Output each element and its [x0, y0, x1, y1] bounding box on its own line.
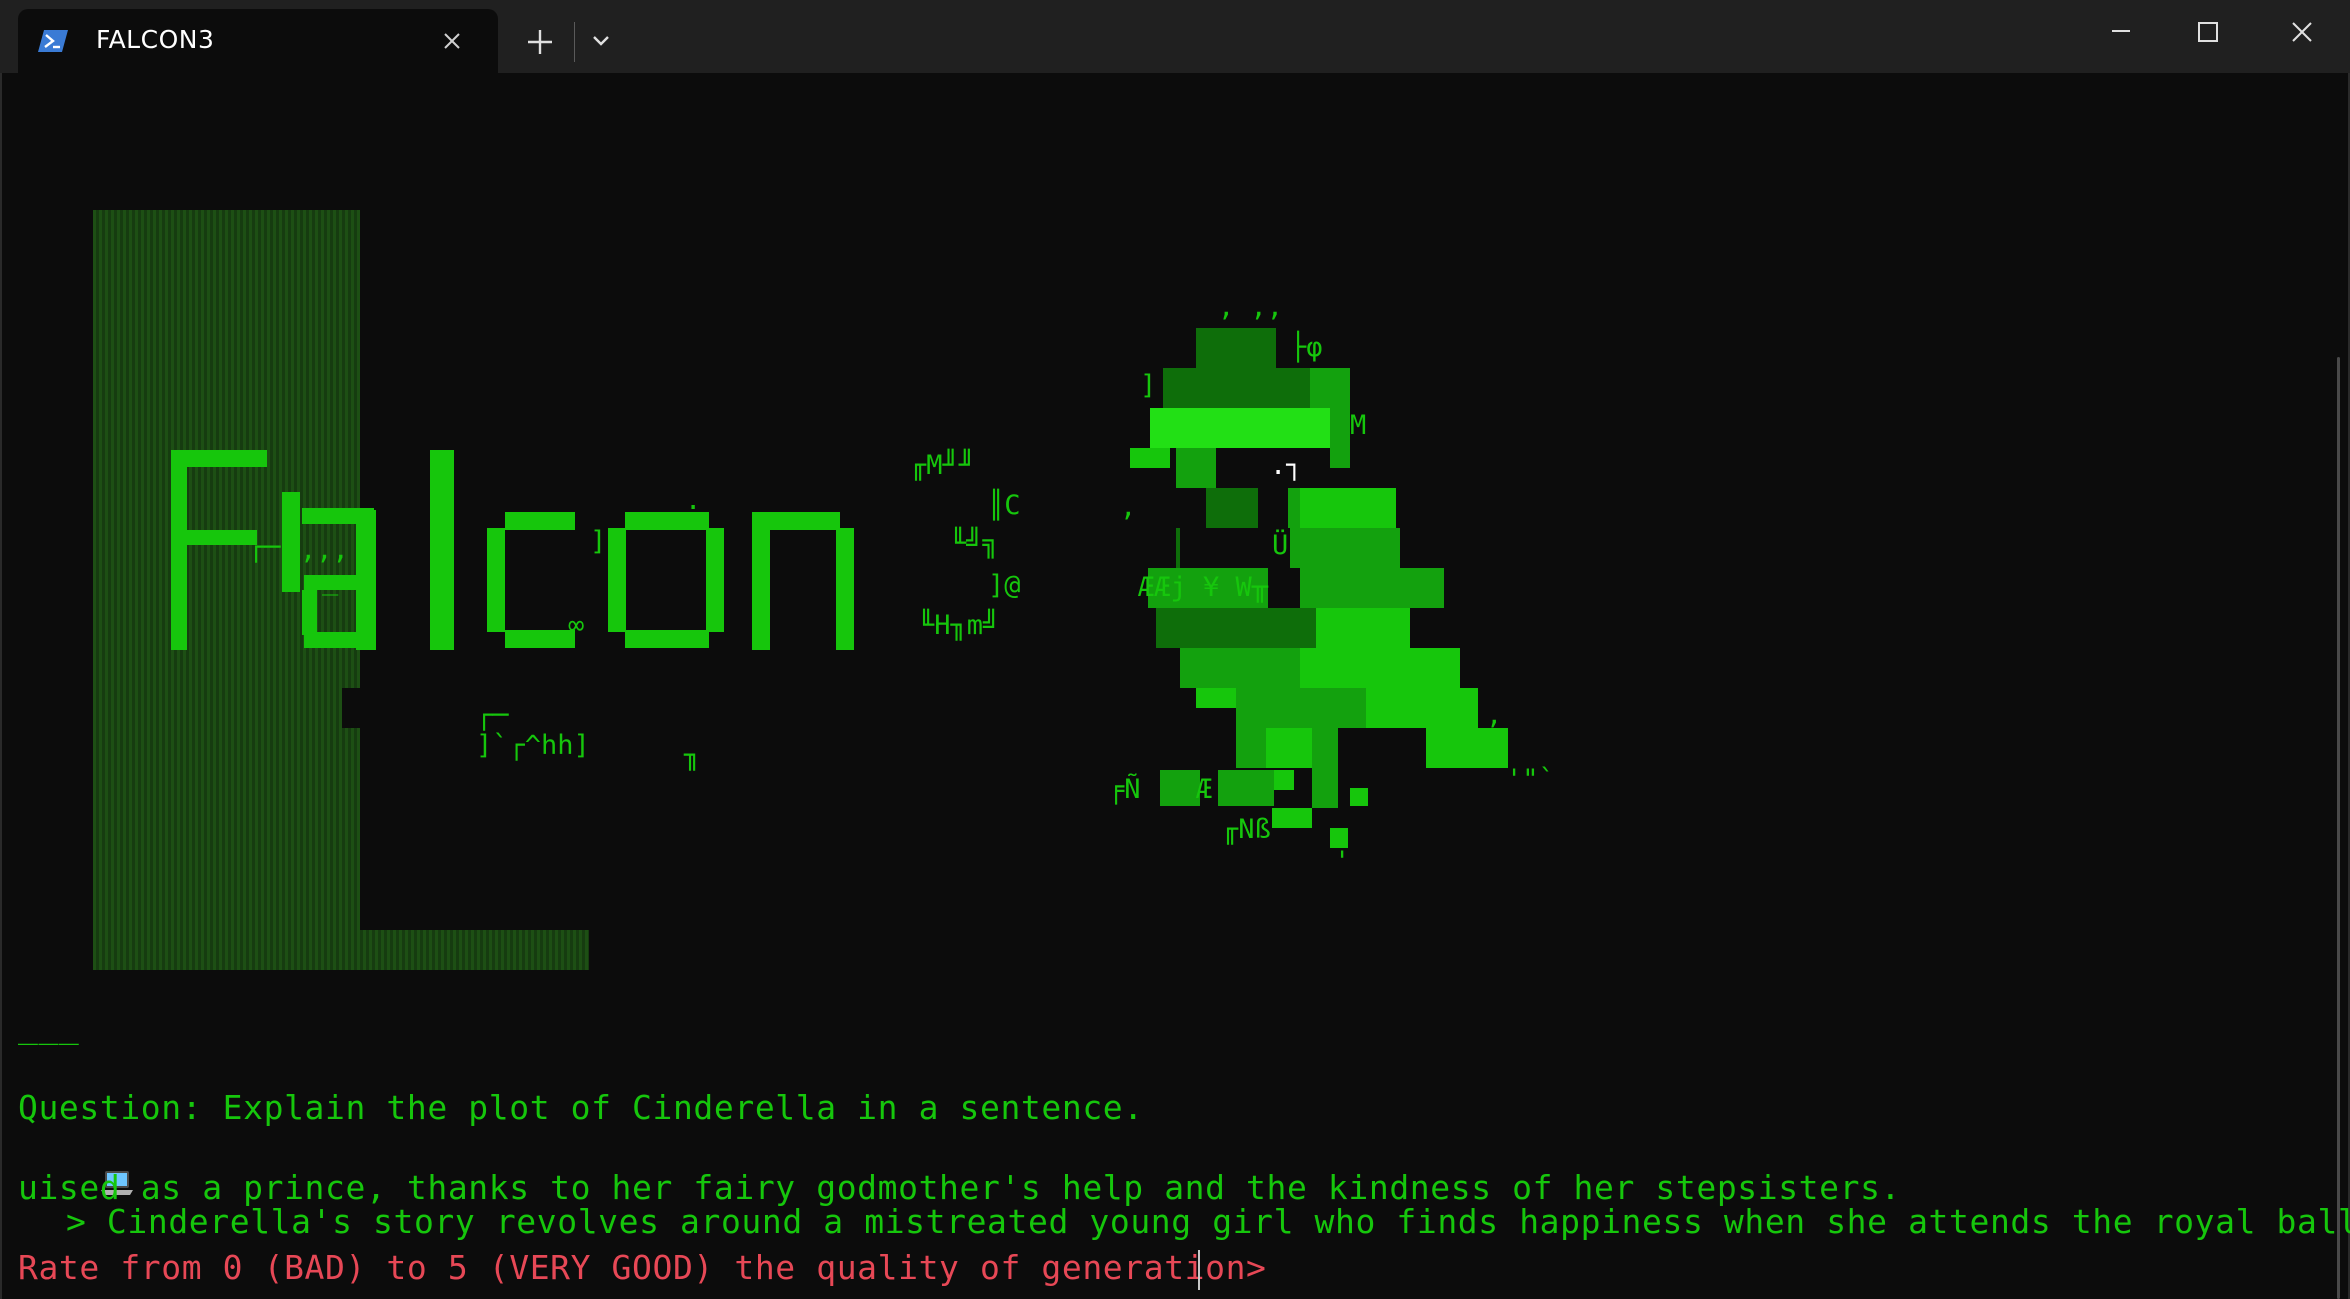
ascii-glyph-phi: ├φ [1290, 332, 1323, 363]
tab-title: FALCON3 [96, 25, 215, 54]
ascii-glyph-corner-r: ╖ [684, 740, 701, 771]
output-separator: ___ [18, 1006, 80, 1045]
ascii-glyph-hm: ╙H╖m╝ [918, 610, 1000, 641]
ascii-glyph-commas: ,,, [300, 535, 349, 566]
chevron-down-icon[interactable] [586, 28, 616, 54]
ascii-glyph-tick: ' [1334, 846, 1351, 877]
close-tab-icon[interactable] [438, 27, 466, 55]
ascii-art-gap [342, 688, 364, 728]
ascii-glyph-at-side: ]@ [988, 570, 1021, 601]
ascii-glyph-c-side: ║C [988, 490, 1021, 521]
minimize-icon[interactable] [2098, 16, 2144, 46]
ascii-glyph-ae-low: Æ [1196, 774, 1213, 805]
powershell-icon [38, 30, 68, 52]
ascii-glyph-dots: _. [322, 565, 355, 596]
ascii-glyph-quote-right: '"` [1506, 764, 1555, 795]
ascii-glyph-bracket: ] [590, 526, 607, 557]
question-line: Question: Explain the plot of Cinderella… [18, 1088, 1144, 1127]
ascii-glyph-corner-small: ┌─ [476, 700, 509, 731]
ascii-glyph-box-2: ╙╝╗ [950, 528, 999, 559]
ascii-glyph-ae-row: ÆÆj ¥ W╥ [1138, 572, 1269, 603]
close-window-icon[interactable] [2282, 12, 2322, 52]
ascii-glyph-semi: ; [685, 495, 702, 526]
ascii-glyph-dot-j: .┐ [1270, 450, 1303, 481]
ascii-art-l-block [93, 210, 360, 970]
ascii-glyph-m-right: M [1350, 410, 1367, 441]
answer-text-1: > Cinderella's story revolves around a m… [66, 1202, 2350, 1241]
maximize-icon[interactable] [2190, 14, 2226, 50]
ascii-glyph-bracket-bird: ] [1140, 370, 1157, 401]
title-bar: FALCON3 [0, 0, 2350, 73]
ascii-glyph-top: , ,, [1218, 292, 1284, 323]
new-tab-plus-icon[interactable] [522, 24, 558, 60]
ascii-glyph-corner: ┌─ [248, 532, 281, 563]
tab-falcon3[interactable]: FALCON3 [18, 9, 498, 73]
tab-divider [574, 22, 575, 62]
ascii-glyph-nss: ╓Nß [1222, 814, 1271, 845]
ascii-glyph-comma-right: , [1486, 700, 1503, 731]
ascii-glyph-comma-l: , [1120, 492, 1137, 523]
ascii-glyph-box-m: ╓M╜╜ [910, 450, 976, 481]
ascii-glyph-hh: ]`┌^hh] [476, 730, 590, 761]
laptop-icon [18, 1128, 133, 1195]
ascii-glyph-u: Ü [1272, 530, 1289, 561]
rating-prompt: Rate from 0 (BAD) to 5 (VERY GOOD) the q… [18, 1248, 1287, 1287]
input-cursor[interactable] [1198, 1250, 1200, 1290]
ascii-art-l-foot [93, 930, 589, 970]
answer-line-2: uised as a prince, thanks to her fairy g… [18, 1168, 1902, 1207]
ascii-glyph-infinity: ∞ [568, 610, 585, 641]
ascii-glyph-nt: ╒Ñ [1108, 774, 1141, 805]
